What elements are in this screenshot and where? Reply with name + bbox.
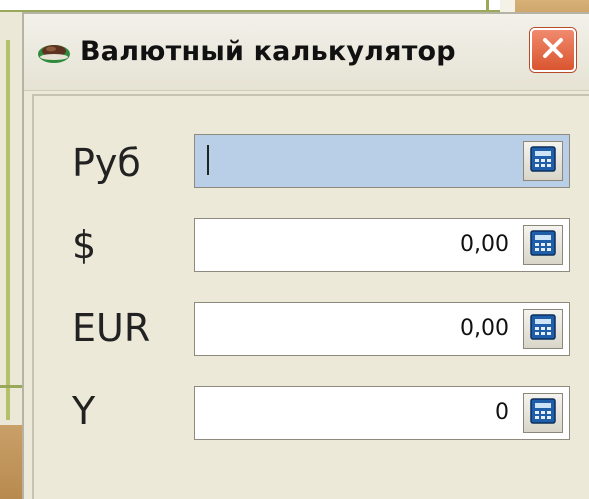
calculator-icon	[530, 397, 556, 429]
jpy-value: 0	[495, 400, 509, 425]
rub-input[interactable]	[194, 134, 570, 188]
jpy-input[interactable]: 0	[194, 386, 570, 440]
rub-calculator-button[interactable]	[523, 141, 563, 181]
text-cursor	[207, 145, 209, 175]
usd-value: 0,00	[460, 232, 509, 257]
window-title: Валютный калькулятор	[80, 36, 456, 67]
calculator-icon	[530, 229, 556, 261]
usd-label: $	[72, 223, 97, 267]
usd-calculator-button[interactable]	[523, 225, 563, 265]
rub-label: Руб	[72, 141, 141, 185]
jpy-calculator-button[interactable]	[523, 393, 563, 433]
currency-calculator-window: Валютный калькулятор Руб $ 0,00 EUR 0,00…	[22, 12, 589, 499]
calculator-icon	[530, 313, 556, 345]
usd-input[interactable]: 0,00	[194, 218, 570, 272]
eur-label: EUR	[72, 306, 151, 350]
eur-value: 0,00	[460, 316, 509, 341]
background-window-top	[0, 0, 500, 12]
calculator-icon	[530, 145, 556, 177]
desktop: Валютный калькулятор Руб $ 0,00 EUR 0,00…	[0, 0, 589, 499]
close-button[interactable]	[530, 28, 576, 72]
close-icon	[540, 35, 566, 66]
window-client-area: Руб $ 0,00 EUR 0,00 Y 0	[32, 94, 589, 499]
background-accent-line	[6, 40, 10, 420]
currency-calculator-icon	[36, 40, 72, 64]
eur-input[interactable]: 0,00	[194, 302, 570, 356]
eur-calculator-button[interactable]	[523, 309, 563, 349]
title-bar[interactable]: Валютный калькулятор	[24, 14, 589, 91]
jpy-label: Y	[72, 389, 96, 433]
